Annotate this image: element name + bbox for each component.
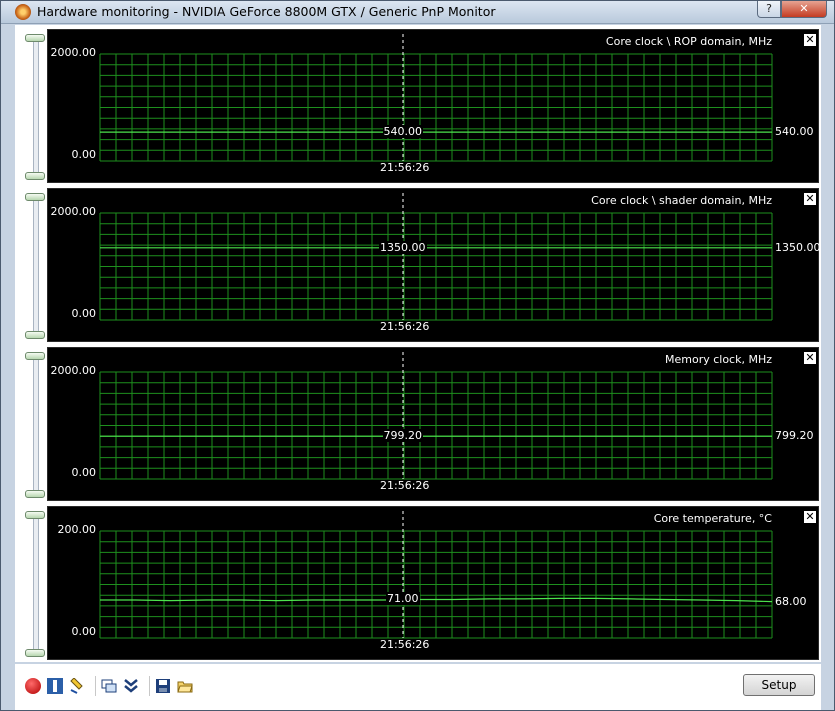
graph-title: Memory clock, MHz <box>664 353 772 366</box>
cursor-time-label: 21:56:26 <box>380 479 430 492</box>
graph-panel[interactable]: Memory clock, MHz ✕ 2000.00 0.00 799.20 799.2… <box>47 347 819 501</box>
cursor-value-label: 1350.00 <box>379 240 427 254</box>
cursor-value-label: 540.00 <box>382 125 423 139</box>
help-button[interactable]: ? <box>757 1 781 18</box>
range-slider-handle[interactable] <box>25 34 45 42</box>
highlight-icon[interactable] <box>69 677 85 694</box>
range-slider-track[interactable] <box>33 516 39 656</box>
range-slider-handle[interactable] <box>25 331 45 339</box>
range-slider-track[interactable] <box>33 39 39 179</box>
window-close-button[interactable]: ✕ <box>781 1 827 18</box>
current-value-label: 540.00 <box>775 125 814 139</box>
graph-title: Core clock \ shader domain, MHz <box>591 194 772 207</box>
current-value-label: 799.20 <box>775 429 814 443</box>
cursor-time-label: 21:56:26 <box>380 638 430 651</box>
record-icon[interactable] <box>25 678 41 694</box>
title-bar[interactable]: Hardware monitoring - NVIDIA GeForce 880… <box>1 1 834 24</box>
toolbar-separator <box>149 676 150 696</box>
range-slider-handle[interactable] <box>25 511 45 519</box>
y-axis-min-label: 0.00 <box>71 466 97 479</box>
graph-plot <box>99 352 773 480</box>
range-slider-handle[interactable] <box>25 352 45 360</box>
range-slider-handle[interactable] <box>25 490 45 498</box>
range-slider-track[interactable] <box>33 357 39 497</box>
pause-icon[interactable] <box>47 678 63 694</box>
y-axis-max-label: 2000.00 <box>50 205 97 218</box>
graph-close-icon[interactable]: ✕ <box>804 193 816 205</box>
graph-plot <box>99 193 773 321</box>
graph-panel[interactable]: Core clock \ ROP domain, MHz ✕ 2000.00 0.00… <box>47 29 819 183</box>
cursor-value-label: 71.00 <box>386 592 420 606</box>
graph-close-icon[interactable]: ✕ <box>804 352 816 364</box>
window-title: Hardware monitoring - NVIDIA GeForce 880… <box>37 4 496 19</box>
bottom-toolbar: Setup <box>15 664 821 710</box>
y-axis-min-label: 0.00 <box>71 625 97 638</box>
graph-close-icon[interactable]: ✕ <box>804 511 816 523</box>
collapse-icon[interactable] <box>123 678 139 694</box>
cursor-time-label: 21:56:26 <box>380 161 430 174</box>
graph-title: Core temperature, °C <box>653 512 772 525</box>
y-axis-max-label: 2000.00 <box>50 364 97 377</box>
cursor-time-label: 21:56:26 <box>380 320 430 333</box>
current-value-label: 68.00 <box>775 594 807 608</box>
save-icon[interactable] <box>155 678 171 694</box>
y-axis-max-label: 2000.00 <box>50 46 97 59</box>
range-slider-track[interactable] <box>33 198 39 338</box>
graph-plot <box>99 34 773 162</box>
y-axis-min-label: 0.00 <box>71 148 97 161</box>
cursor-value-label: 799.20 <box>382 429 423 443</box>
hardware-monitoring-window: Hardware monitoring - NVIDIA GeForce 880… <box>0 0 835 711</box>
graph-close-icon[interactable]: ✕ <box>804 34 816 46</box>
toolbar-separator <box>95 676 96 696</box>
graph-panel[interactable]: Core clock \ shader domain, MHz ✕ 2000.00 0… <box>47 188 821 342</box>
graph-title: Core clock \ ROP domain, MHz <box>605 35 772 48</box>
range-slider-handle[interactable] <box>25 172 45 180</box>
graph-panel[interactable]: Core temperature, °C ✕ 200.00 0.00 71.00 68.0… <box>47 506 819 660</box>
open-folder-icon[interactable] <box>177 678 193 694</box>
range-slider-handle[interactable] <box>25 649 45 657</box>
y-axis-min-label: 0.00 <box>71 307 97 320</box>
graph-plot <box>99 511 773 639</box>
setup-button[interactable]: Setup <box>743 674 815 696</box>
y-axis-max-label: 200.00 <box>57 523 97 536</box>
range-slider-handle[interactable] <box>25 193 45 201</box>
current-value-label: 1350.00 <box>775 240 821 254</box>
app-gear-icon <box>15 4 31 20</box>
windows-icon[interactable] <box>101 678 117 694</box>
